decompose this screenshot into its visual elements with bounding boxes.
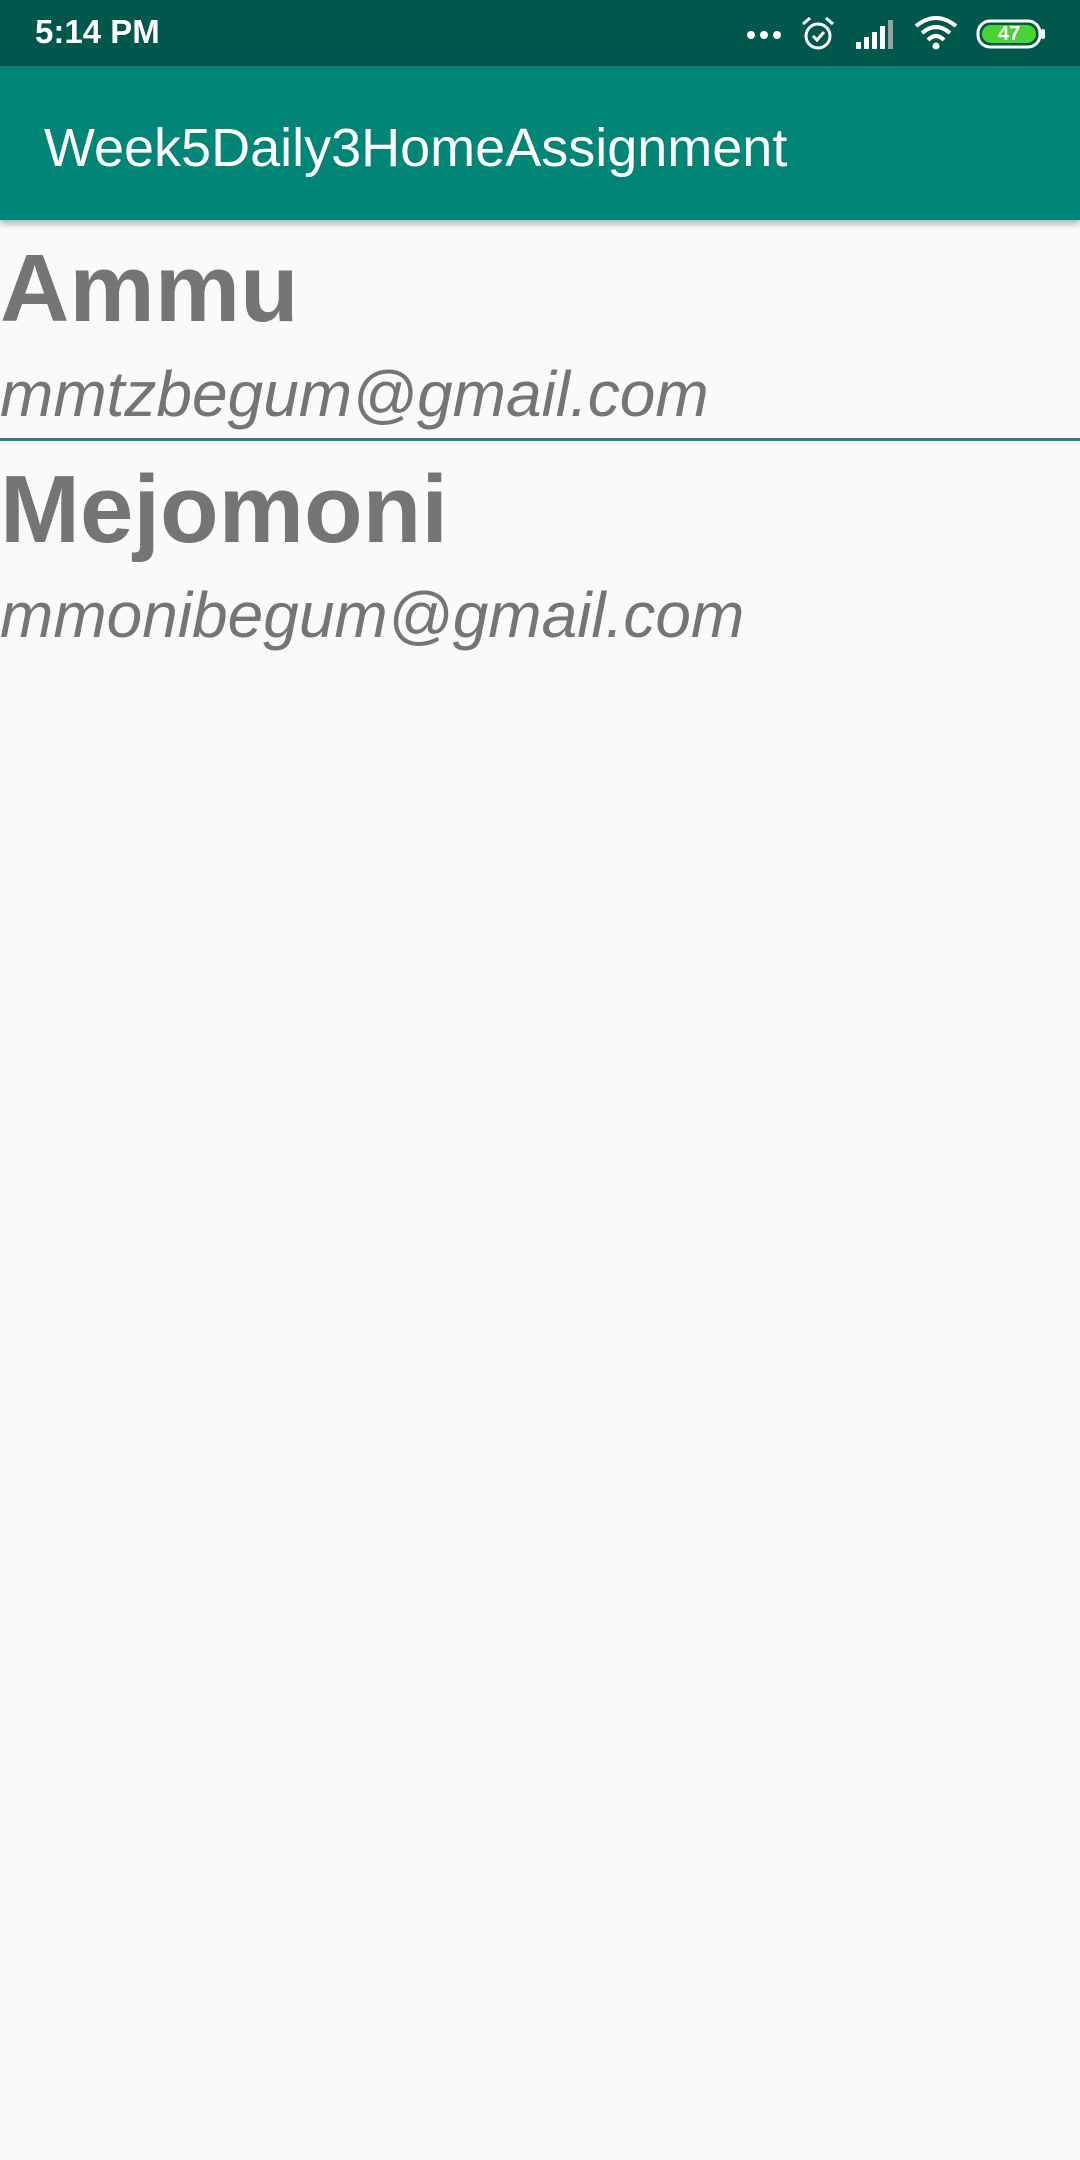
app-title: Week5Daily3HomeAssignment	[44, 118, 788, 178]
battery-level: 47	[998, 23, 1021, 45]
wifi-icon	[914, 16, 958, 52]
status-icons: 47	[746, 12, 1046, 56]
signal-icon	[854, 18, 896, 50]
app-bar: Week5Daily3HomeAssignment	[0, 66, 1080, 220]
contact-list[interactable]: Ammu mmtzbegum@gmail.com Mejomoni mmonib…	[0, 220, 1080, 662]
status-bar: 5:14 PM 47	[0, 0, 1080, 66]
contact-name: Mejomoni	[0, 456, 448, 563]
contact-email: mmonibegum@gmail.com	[0, 579, 745, 651]
list-item[interactable]: Mejomoni mmonibegum@gmail.com	[0, 441, 1080, 662]
list-item[interactable]: Ammu mmtzbegum@gmail.com	[0, 220, 1080, 441]
status-time: 5:14 PM	[35, 13, 160, 50]
battery-icon: 47	[976, 17, 1046, 51]
more-dots-icon	[746, 28, 782, 40]
alarm-icon	[800, 16, 836, 52]
contact-name: Ammu	[0, 235, 299, 342]
contact-email: mmtzbegum@gmail.com	[0, 358, 709, 430]
